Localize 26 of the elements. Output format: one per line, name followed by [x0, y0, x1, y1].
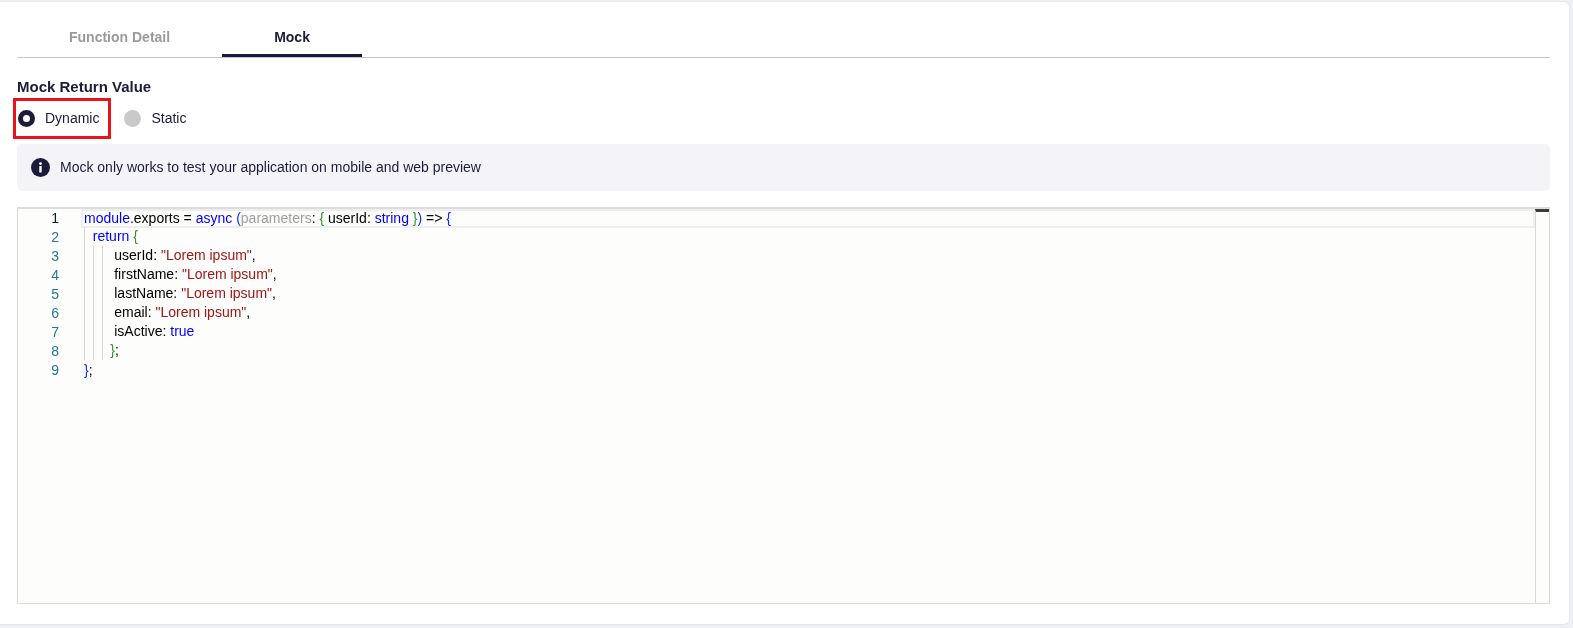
- code-editor[interactable]: [17, 207, 1550, 604]
- info-message: Mock only works to test your application on mobile and web preview: [60, 158, 481, 177]
- code-line: return {: [84, 229, 138, 246]
- code-line: email: "Lorem ipsum",: [84, 305, 251, 322]
- code-line: isActive: true: [84, 324, 195, 341]
- section-title: Mock Return Value: [17, 78, 152, 95]
- line-number: 4: [51, 266, 59, 285]
- code-line: };: [84, 343, 119, 360]
- code-line: };: [84, 363, 93, 378]
- line-number: 7: [51, 323, 59, 342]
- line-number: 5: [51, 285, 59, 304]
- info-icon: [31, 158, 50, 177]
- code-line: firstName: "Lorem ipsum",: [84, 267, 277, 284]
- line-number: 9: [51, 361, 59, 380]
- vertical-scrollbar[interactable]: [1535, 209, 1549, 603]
- radio-option[interactable]: Static: [123, 108, 187, 128]
- line-number: 8: [51, 342, 59, 361]
- code-line: module.exports = async (parameters: { userId: string }) => {: [84, 211, 451, 226]
- code-line: userId: "Lorem ipsum",: [84, 248, 256, 265]
- code-line: lastName: "Lorem ipsum",: [84, 286, 276, 303]
- radio-option[interactable]: Dynamic: [17, 108, 100, 128]
- tab[interactable]: Mock: [222, 20, 362, 57]
- line-number: 3: [51, 247, 59, 266]
- line-number: 6: [51, 304, 59, 323]
- line-number: 2: [51, 228, 59, 247]
- line-number: 1: [51, 209, 59, 228]
